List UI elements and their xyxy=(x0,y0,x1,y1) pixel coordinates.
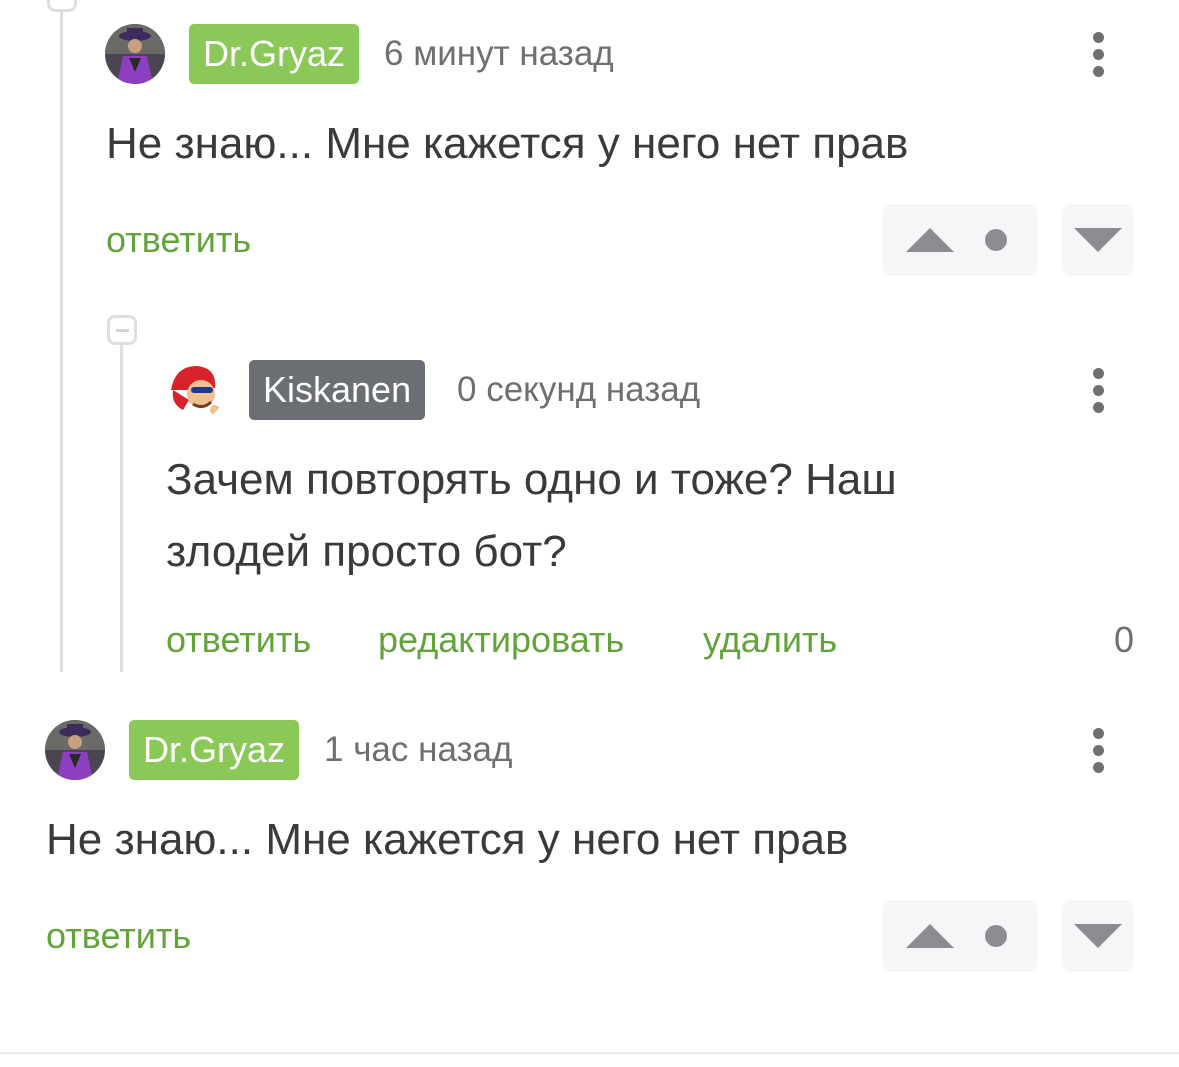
kebab-menu-icon[interactable] xyxy=(1088,360,1108,420)
reply-link[interactable]: ответить xyxy=(46,911,191,961)
avatar[interactable] xyxy=(45,720,105,780)
thread-line-level-1 xyxy=(60,0,63,672)
delete-link[interactable]: удалить xyxy=(703,615,837,665)
upvote-button[interactable] xyxy=(882,204,1038,276)
triangle-up-icon xyxy=(906,924,954,948)
reply-link[interactable]: ответить xyxy=(166,615,311,665)
comment-timestamp: 6 минут назад xyxy=(384,34,614,73)
avatar-image xyxy=(165,360,225,420)
downvote-button[interactable] xyxy=(1062,900,1134,972)
comment-timestamp: 0 секунд назад xyxy=(457,370,701,409)
comment-text-line-1: Зачем повторять одно и тоже? Наш xyxy=(166,455,897,504)
author-badge[interactable]: Dr.Gryaz xyxy=(189,24,360,84)
edit-link[interactable]: редактировать xyxy=(378,615,624,665)
triangle-up-icon xyxy=(906,228,954,252)
avatar[interactable] xyxy=(165,360,225,420)
collapse-toggle-level-1[interactable] xyxy=(47,0,77,12)
triangle-down-icon xyxy=(1074,228,1122,252)
comment-text-line-2: злодей просто бот? xyxy=(166,527,567,576)
avatar-image xyxy=(105,24,165,84)
score-dot-icon xyxy=(985,229,1007,251)
divider xyxy=(0,1052,1179,1054)
comment-timestamp: 1 час назад xyxy=(324,730,513,769)
score-dot-icon xyxy=(985,925,1007,947)
avatar-image xyxy=(45,720,105,780)
upvote-button[interactable] xyxy=(882,900,1038,972)
downvote-button[interactable] xyxy=(1062,204,1134,276)
author-badge[interactable]: Dr.Gryaz xyxy=(129,720,300,780)
kebab-menu-icon[interactable] xyxy=(1088,24,1108,84)
thread-line-level-2 xyxy=(120,345,123,672)
reply-link[interactable]: ответить xyxy=(106,215,251,265)
kebab-menu-icon[interactable] xyxy=(1088,720,1108,780)
author-badge[interactable]: Kiskanen xyxy=(249,360,426,420)
avatar[interactable] xyxy=(105,24,165,84)
comment-text: Не знаю... Мне кажется у него нет прав xyxy=(46,815,849,864)
collapse-toggle-level-2[interactable] xyxy=(107,315,137,345)
comment-rating: 0 xyxy=(1113,619,1134,660)
comment-text: Не знаю... Мне кажется у него нет прав xyxy=(106,119,909,168)
triangle-down-icon xyxy=(1074,924,1122,948)
minus-icon xyxy=(116,329,129,332)
